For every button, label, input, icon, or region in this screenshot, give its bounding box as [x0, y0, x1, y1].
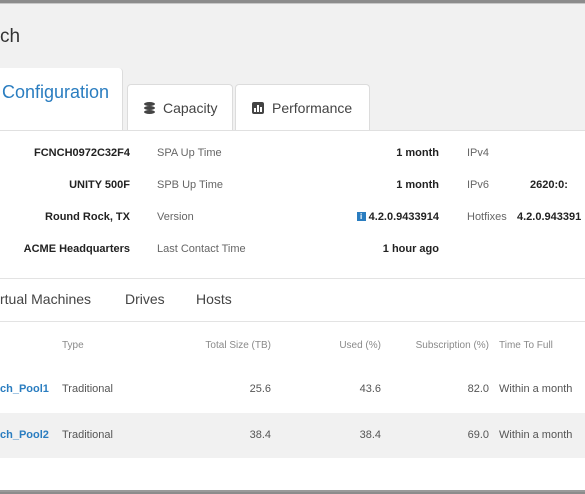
pool-used: 38.4 [359, 429, 381, 441]
ipv6-value: 2620:0: [530, 179, 568, 191]
info-icon[interactable]: i [356, 212, 366, 221]
pool-total-size: 38.4 [249, 429, 271, 441]
hotfixes-label: Hotfixes [467, 211, 507, 223]
ipv6-label: IPv6 [467, 179, 490, 191]
pool-time-to-full: Within a month [499, 429, 573, 441]
spa-up-time-label: SPA Up Time [157, 147, 222, 159]
page-header: ch Configuration Capacity Performance [0, 4, 585, 131]
pool-subscription: 82.0 [467, 383, 489, 395]
pool-total-size: 25.6 [249, 383, 271, 395]
page-title: ch [0, 26, 21, 47]
pool-name-link[interactable]: ch_Pool2 [0, 429, 49, 441]
column-used[interactable]: Used (%) [339, 340, 381, 351]
tab-configuration[interactable]: Configuration [0, 68, 123, 130]
pool-type: Traditional [62, 383, 113, 395]
tab-performance[interactable]: Performance [235, 84, 370, 130]
database-icon [144, 102, 155, 114]
ipv4-label: IPv4 [467, 147, 490, 159]
property-row: Round Rock, TX Version i 4.2.0.9433914 Ho… [0, 211, 585, 231]
pool-type: Traditional [62, 429, 113, 441]
system-properties: FCNCH0972C32F4 SPA Up Time 1 month IPv4 … [0, 130, 585, 270]
spa-up-time-value: 1 month [396, 147, 439, 159]
tab-performance-label: Performance [272, 99, 353, 116]
subtab-drives[interactable]: Drives [125, 291, 165, 307]
column-type[interactable]: Type [62, 340, 84, 351]
table-header: Type Total Size (TB) Used (%) Subscripti… [0, 340, 585, 360]
spb-up-time-label: SPB Up Time [157, 179, 224, 191]
table-row[interactable]: ch_Pool1 Traditional 25.6 43.6 82.0 With… [0, 367, 585, 412]
spb-up-time-value: 1 month [396, 179, 439, 191]
tab-capacity[interactable]: Capacity [127, 84, 233, 130]
subtabs-divider [0, 321, 585, 322]
site-value: ACME Headquarters [23, 243, 130, 255]
property-row: FCNCH0972C32F4 SPA Up Time 1 month IPv4 [0, 147, 585, 167]
property-row: ACME Headquarters Last Contact Time 1 ho… [0, 243, 585, 263]
table-row[interactable]: ch_Pool2 Traditional 38.4 38.4 69.0 With… [0, 413, 585, 458]
pool-subscription: 69.0 [467, 429, 489, 441]
version-label: Version [157, 211, 194, 223]
pool-time-to-full: Within a month [499, 383, 573, 395]
subtab-hosts[interactable]: Hosts [196, 291, 232, 307]
window-frame: ch Configuration Capacity Performance FC… [0, 3, 585, 492]
column-subscription[interactable]: Subscription (%) [416, 340, 489, 351]
serial-number-value: FCNCH0972C32F4 [34, 147, 130, 159]
subtab-virtual-machines[interactable]: rtual Machines [0, 291, 91, 307]
pool-used: 43.6 [359, 383, 381, 395]
tab-capacity-label: Capacity [163, 99, 218, 116]
bar-chart-icon [252, 101, 264, 114]
tab-configuration-label: Configuration [2, 82, 110, 102]
last-contact-time-label: Last Contact Time [157, 243, 246, 255]
version-number: 4.2.0.9433914 [368, 211, 439, 223]
model-value: UNITY 500F [69, 179, 130, 191]
version-value: i 4.2.0.9433914 [356, 211, 439, 223]
property-row: UNITY 500F SPB Up Time 1 month IPv6 2620… [0, 179, 585, 199]
resource-subtabs: rtual Machines Drives Hosts [0, 291, 585, 321]
location-value: Round Rock, TX [45, 211, 130, 223]
hotfixes-value: 4.2.0.943391 [517, 211, 582, 223]
pool-name-link[interactable]: ch_Pool1 [0, 383, 49, 395]
column-total-size[interactable]: Total Size (TB) [205, 340, 271, 351]
column-time-to-full[interactable]: Time To Full [499, 340, 553, 351]
section-divider [0, 278, 585, 279]
last-contact-time-value: 1 hour ago [382, 243, 439, 255]
